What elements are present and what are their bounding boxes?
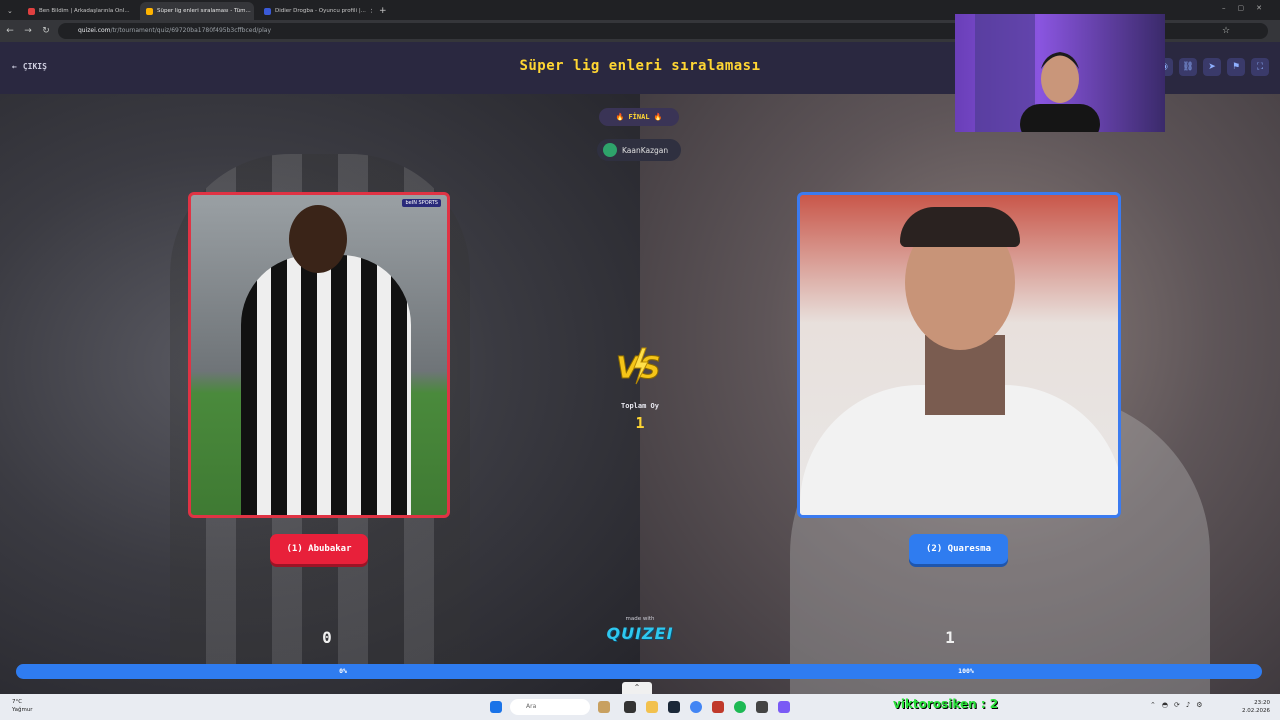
task-view-icon[interactable] [624,701,636,713]
tab-favicon-icon [146,7,153,15]
taskbar-clock[interactable]: 23:20 2.02.2026 [1240,699,1270,715]
player-head [289,205,347,273]
vs-icon: VS [616,347,661,386]
tab-title: Süper lig enleri sıralaması - Tüm... [157,8,251,14]
stream-overlay-text: viktorosiken : 2 [893,697,999,711]
tab-list-button[interactable]: ⌄ [4,2,18,20]
new-tab-button[interactable]: + [376,2,390,20]
creator-name: KaanKazgan [622,145,669,155]
player-hair [900,207,1020,247]
browser-tab-active[interactable]: Süper lig enleri sıralaması - Tüm... × [140,2,254,20]
url-path: /tr/tournament/quiz/69720ba1780f495b3cff… [110,27,272,34]
reload-icon[interactable]: ↻ [40,25,52,37]
browser-tab[interactable]: Didier Drogba - Oyuncu profili |... × [258,2,372,20]
spotify-icon[interactable] [734,701,746,713]
streamer-figure [1020,52,1100,132]
weather-desc: Yağmur [12,707,33,713]
system-tray-icons[interactable]: ⌃◓⟳♪⚙ [1150,701,1209,709]
back-arrow-icon[interactable]: ← [4,25,16,37]
weather-widget[interactable]: 7°C Yağmur [12,698,33,714]
flag-icon[interactable]: ⚑ [1227,58,1245,76]
creator-avatar [603,143,617,157]
tab-favicon-icon [28,7,35,15]
steam-icon[interactable] [668,701,680,713]
contestant-card-left[interactable]: beIN SPORTS [188,192,450,518]
percent-right: 100% [958,667,974,675]
quiz-page: ← ÇIKIŞ Süper lig enleri sıralaması ◉ ⛓ … [0,42,1280,694]
tab-close-icon[interactable]: × [370,7,372,15]
webcam-overlay [955,14,1165,132]
send-icon[interactable]: ➤ [1203,58,1221,76]
total-votes-label: Toplam Oy [621,402,659,410]
progress-fill-right [16,664,1262,679]
forward-arrow-icon[interactable]: → [22,25,34,37]
link-icon[interactable]: ⛓ [1179,58,1197,76]
vote-button-left[interactable]: (1) Abubakar [270,534,368,564]
app-icon[interactable] [712,701,724,713]
url-host: quizei.com [78,27,111,34]
creator-badge[interactable]: KaanKazgan [597,139,681,161]
app-icon[interactable] [756,701,768,713]
file-explorer-icon[interactable] [646,701,658,713]
total-votes-value: 1 [635,414,645,432]
final-round-badge: 🔥 FİNAL 🔥 [599,108,679,126]
percent-left: 0% [339,667,347,675]
windows-taskbar: 7°C Yağmur Ara ⌃◓⟳♪⚙ 23:20 2.02.2026 [0,694,1280,720]
taskbar-search-input[interactable]: Ara [510,699,590,715]
tab-title: Ben Bildim | Arkadaşlarınla Onl... [39,8,130,14]
app-icon[interactable] [778,701,790,713]
quizei-logo: QUIZEI [606,624,674,643]
windows-start-icon[interactable] [490,701,502,713]
bookmark-star-icon[interactable]: ☆ [1220,25,1232,37]
vote-progress-bar: 0% 100% [16,664,1262,679]
made-with-label: made with [625,616,655,622]
chevron-up-icon[interactable]: ⌃ [622,682,652,694]
chrome-icon[interactable] [690,701,702,713]
player-body [241,255,411,515]
tab-title: Didier Drogba - Oyuncu profili |... [275,8,366,14]
browser-tab[interactable]: Ben Bildim | Arkadaşlarınla Onl... × [22,2,134,20]
fullscreen-icon[interactable]: ⛶ [1251,58,1269,76]
contestant-card-right[interactable] [797,192,1121,518]
window-controls[interactable]: –▢✕ [1222,4,1274,12]
weather-temp: 7°C [12,699,23,705]
vote-button-right[interactable]: (2) Quaresma [909,534,1008,564]
search-highlight-icon [598,701,610,713]
clock-time: 23:20 [1254,700,1270,706]
clock-date: 2.02.2026 [1242,708,1270,714]
photo-watermark: beIN SPORTS [402,199,441,207]
tab-favicon-icon [264,7,271,15]
score-right: 1 [945,628,955,647]
score-left: 0 [322,628,332,647]
